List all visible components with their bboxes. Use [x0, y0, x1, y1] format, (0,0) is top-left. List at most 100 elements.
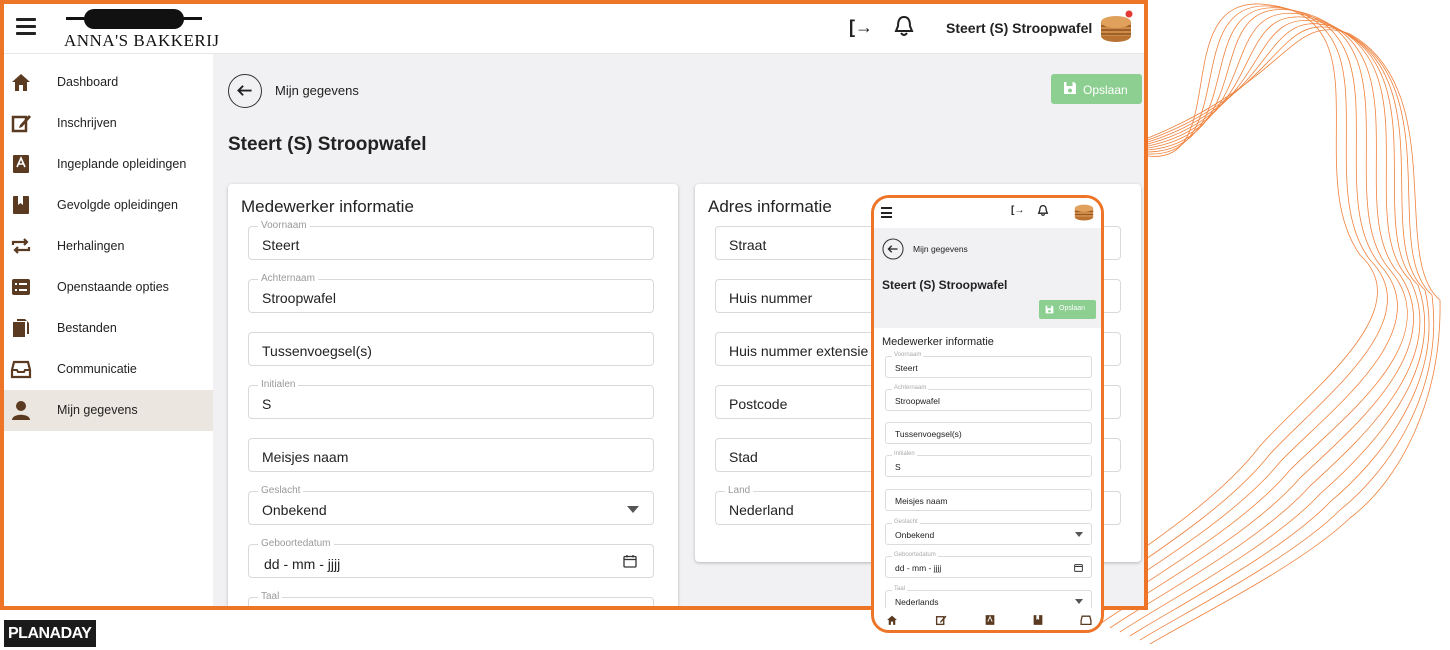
top-bar: ANNA'S BAKKERIJ [→ Steert (S) Stroopwafe… — [4, 4, 1144, 54]
bell-icon[interactable] — [1037, 204, 1049, 217]
sidebar-item-communicatie[interactable]: Communicatie — [4, 349, 213, 390]
employee-info-card: Medewerker informatie Voornaam Steert Ac… — [228, 184, 678, 606]
field-value: Stroopwafel — [895, 396, 940, 406]
field-value: Onbekend — [895, 530, 935, 540]
last-name-field[interactable]: Achternaam Stroopwafel — [248, 273, 654, 313]
calendar-icon[interactable] — [623, 554, 637, 568]
field-value: Stroopwafel — [262, 290, 336, 306]
mobile-main: Mijn gegevens Steert (S) Stroopwafel Ops… — [874, 228, 1101, 328]
repeat-icon — [11, 238, 31, 254]
save-button-label: Opslaan — [1059, 305, 1086, 312]
sidebar-item-dashboard[interactable]: Dashboard — [4, 62, 213, 103]
sidebar-item-bestanden[interactable]: Bestanden — [4, 308, 213, 349]
sidebar-item-label: Ingeplande opleidingen — [57, 157, 187, 171]
sidebar-item-label: Dashboard — [57, 75, 119, 89]
back-button[interactable] — [228, 74, 262, 108]
last-name-field[interactable]: Achternaam Stroopwafel — [885, 385, 1092, 411]
first-name-field[interactable]: Voornaam Steert — [248, 220, 654, 260]
rolling-pin — [84, 9, 184, 29]
rolling-pin-handle-right — [174, 17, 202, 20]
infix-field[interactable]: Tussenvoegsel(s) — [248, 332, 654, 366]
infix-field[interactable]: Tussenvoegsel(s) — [885, 422, 1092, 444]
field-value: S — [895, 462, 901, 472]
language-select[interactable]: Taal — [248, 591, 654, 606]
book-icon[interactable] — [984, 614, 996, 626]
breadcrumb: Mijn gegevens — [913, 244, 968, 254]
avatar[interactable] — [1073, 201, 1095, 223]
field-label: Achternaam — [892, 385, 929, 391]
caret-down-icon — [1075, 532, 1083, 537]
initials-field[interactable]: Initialen S — [885, 451, 1092, 477]
sidebar: Dashboard Inschrijven Ingeplande opleidi… — [4, 54, 213, 606]
field-label: Initialen — [258, 379, 299, 390]
sidebar-item-label: Inschrijven — [57, 116, 117, 130]
files-icon — [13, 319, 29, 337]
floppy-icon — [1064, 82, 1076, 94]
field-label: Voornaam — [258, 220, 310, 231]
sidebar-item-herhalingen[interactable]: Herhalingen — [4, 226, 213, 267]
edit-icon[interactable] — [935, 614, 947, 626]
user-icon — [12, 401, 30, 420]
mobile-preview: [→ Mijn gegevens Steert (S) Stroopwafel … — [871, 195, 1104, 633]
avatar[interactable] — [1098, 10, 1134, 46]
menu-icon[interactable] — [881, 207, 892, 218]
field-value: Nederlands — [895, 597, 939, 607]
field-placeholder: Tussenvoegsel(s) — [895, 429, 962, 439]
inbox-icon — [10, 360, 32, 379]
sidebar-item-gevolgde-opleidingen[interactable]: Gevolgde opleidingen — [4, 185, 213, 226]
sidebar-item-label: Gevolgde opleidingen — [57, 198, 178, 212]
field-placeholder: Postcode — [729, 396, 788, 412]
bell-icon[interactable] — [893, 14, 915, 38]
calendar-icon[interactable] — [1074, 563, 1083, 572]
birthdate-field[interactable]: Geboortedatum dd - mm - jjjj — [885, 552, 1092, 578]
field-placeholder: Huis nummer — [729, 290, 813, 306]
gender-select[interactable]: Geslacht Onbekend — [248, 485, 654, 525]
field-label: Geboortedatum — [258, 538, 334, 549]
initials-field[interactable]: Initialen S — [248, 379, 654, 419]
sidebar-item-openstaande-opties[interactable]: Openstaande opties — [4, 267, 213, 308]
bookmark-book-icon — [13, 196, 29, 214]
bookmark-book-icon[interactable] — [1032, 614, 1044, 626]
sidebar-item-label: Bestanden — [57, 321, 117, 335]
book-icon — [13, 155, 29, 173]
back-button[interactable] — [882, 238, 904, 260]
sidebar-item-mijn-gegevens[interactable]: Mijn gegevens — [4, 390, 213, 431]
sidebar-item-label: Communicatie — [57, 362, 137, 376]
sidebar-item-ingeplande-opleidingen[interactable]: Ingeplande opleidingen — [4, 144, 213, 185]
sidebar-item-inschrijven[interactable]: Inschrijven — [4, 103, 213, 144]
home-icon[interactable] — [886, 614, 898, 626]
mobile-bottom-nav — [874, 608, 1101, 630]
first-name-field[interactable]: Voornaam Steert — [885, 352, 1092, 378]
page-title: Steert (S) Stroopwafel — [882, 278, 1008, 292]
field-value: dd - mm - jjjj — [895, 563, 942, 573]
inbox-icon[interactable] — [1080, 614, 1092, 626]
user-name[interactable]: Steert (S) Stroopwafel — [946, 20, 1092, 36]
mobile-employee-card: Medewerker informatie Voornaam Steert Ach… — [874, 328, 1101, 612]
field-label: Geslacht — [892, 519, 920, 525]
caret-down-icon — [627, 506, 639, 513]
save-button[interactable]: Opslaan — [1051, 74, 1142, 104]
menu-icon[interactable] — [16, 18, 36, 36]
field-label: Geslacht — [258, 485, 304, 496]
home-icon — [12, 74, 30, 91]
field-label: Taal — [892, 586, 908, 592]
sidebar-item-label: Herhalingen — [57, 239, 125, 253]
birthdate-field[interactable]: Geboortedatum dd - mm - jjjj — [248, 538, 654, 578]
save-button[interactable]: Opslaan — [1039, 300, 1096, 319]
maiden-name-field[interactable]: Meisjes naam — [248, 438, 654, 472]
logout-icon[interactable]: [→ — [849, 17, 873, 38]
save-button-label: Opslaan — [1083, 83, 1128, 97]
floppy-icon — [1045, 305, 1054, 314]
bakery-logo[interactable]: ANNA'S BAKKERIJ — [62, 7, 219, 51]
field-value: Steert — [895, 363, 918, 373]
field-placeholder: Tussenvoegsel(s) — [262, 343, 372, 359]
logout-icon[interactable]: [→ — [1011, 205, 1024, 216]
page-title: Steert (S) Stroopwafel — [228, 134, 427, 155]
sidebar-item-label: Mijn gegevens — [57, 403, 138, 417]
logo-text: ANNA'S BAKKERIJ — [64, 31, 220, 50]
field-value: Steert — [262, 237, 300, 253]
field-label: Initialen — [892, 451, 917, 457]
maiden-name-field[interactable]: Meisjes naam — [885, 489, 1092, 511]
gender-select[interactable]: Geslacht Onbekend — [885, 519, 1092, 545]
planaday-logo-text: PLANADAY — [8, 625, 92, 642]
